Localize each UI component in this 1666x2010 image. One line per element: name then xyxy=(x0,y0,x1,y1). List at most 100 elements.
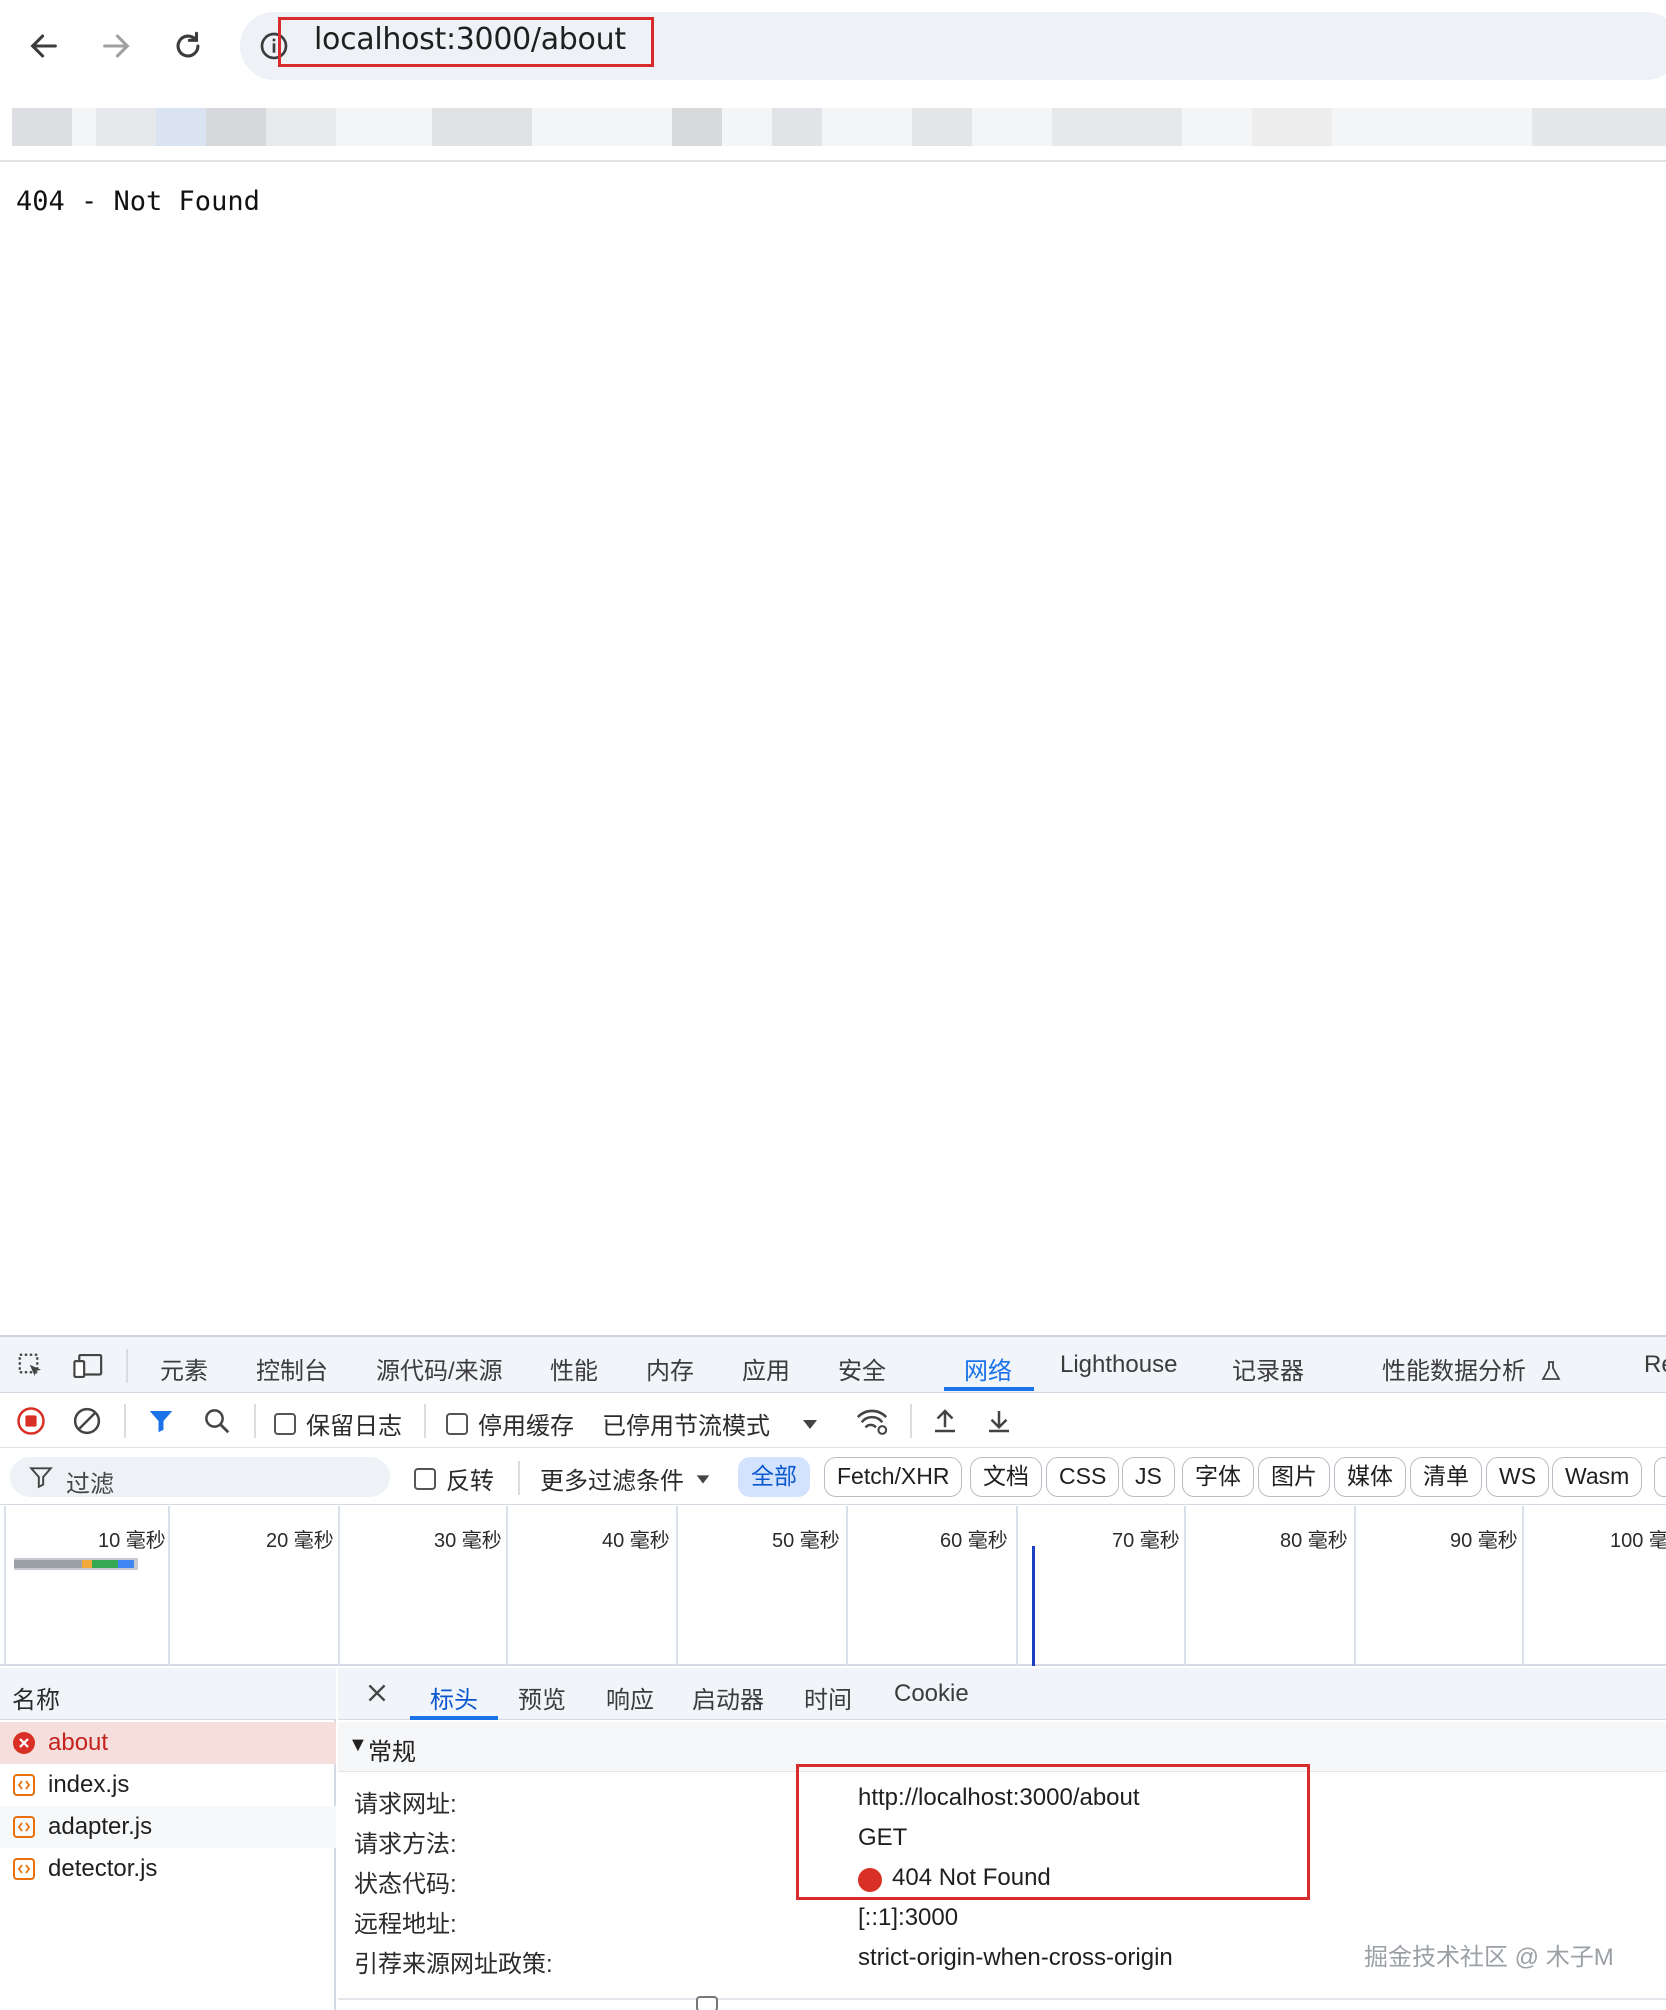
back-button[interactable] xyxy=(16,18,72,74)
request-row-about[interactable]: about xyxy=(0,1722,336,1764)
arrow-left-icon xyxy=(30,34,57,58)
checkbox-box xyxy=(414,1467,436,1490)
request-row-adapter-js[interactable]: adapter.js xyxy=(0,1806,336,1848)
general-headers-highlight-box xyxy=(796,1764,1310,1900)
url-highlight-box xyxy=(278,17,654,67)
tab-performance-insights[interactable]: 性能数据分析 xyxy=(1382,1351,1563,1386)
network-overview-timeline[interactable]: 10 毫秒 20 毫秒 30 毫秒 40 毫秒 50 毫秒 60 毫秒 70 毫… xyxy=(0,1506,1666,1666)
separator xyxy=(518,1461,520,1495)
type-chip-font[interactable]: 字体 xyxy=(1182,1457,1254,1497)
tab-sources[interactable]: 源代码/来源 xyxy=(376,1351,503,1386)
tab-elements[interactable]: 元素 xyxy=(160,1351,208,1386)
close-icon[interactable] xyxy=(364,1680,390,1711)
invert-checkbox[interactable]: 反转 xyxy=(414,1461,494,1496)
detail-tab-cookies[interactable]: Cookie xyxy=(894,1680,969,1708)
detail-tab-preview[interactable]: 预览 xyxy=(518,1680,566,1715)
request-name: about xyxy=(48,1729,109,1756)
import-har-icon[interactable] xyxy=(930,1406,960,1441)
type-chip-wasm[interactable]: Wasm xyxy=(1552,1457,1643,1497)
type-chip-ws[interactable]: WS xyxy=(1486,1457,1550,1497)
type-chip-all[interactable]: 全部 xyxy=(738,1457,810,1497)
timeline-tick: 100 毫 xyxy=(1610,1530,1666,1552)
tab-console[interactable]: 控制台 xyxy=(256,1351,328,1386)
detail-tab-timing[interactable]: 时间 xyxy=(804,1680,852,1715)
request-row-index-js[interactable]: index.js xyxy=(0,1764,336,1806)
more-filters-dropdown[interactable]: 更多过滤条件 xyxy=(540,1461,712,1496)
resize-handle[interactable] xyxy=(696,1996,718,2010)
tab-security[interactable]: 安全 xyxy=(838,1351,886,1386)
type-chip-media[interactable]: 媒体 xyxy=(1334,1457,1406,1497)
type-chip-fetch-xhr[interactable]: Fetch/XHR xyxy=(824,1457,963,1497)
dom-content-loaded-marker xyxy=(1032,1546,1035,1666)
throttling-label: 已停用节流模式 xyxy=(602,1413,770,1440)
timeline-tick: 90 毫秒 xyxy=(1450,1530,1518,1552)
request-name: index.js xyxy=(48,1771,130,1798)
checkbox-box xyxy=(446,1412,468,1435)
inspect-element-icon[interactable] xyxy=(16,1351,46,1386)
filter-funnel-icon xyxy=(29,1467,53,1489)
separator xyxy=(124,1404,126,1438)
network-conditions-icon[interactable] xyxy=(854,1404,890,1443)
tab-application[interactable]: 应用 xyxy=(742,1351,790,1386)
general-section-title: 常规 xyxy=(368,1739,416,1766)
tab-network[interactable]: 网络 xyxy=(964,1351,1012,1386)
type-chip-js[interactable]: JS xyxy=(1122,1457,1175,1497)
devtools-tab-bar: 元素 控制台 源代码/来源 性能 内存 应用 安全 网络 Lighthouse … xyxy=(0,1337,1666,1393)
script-file-icon xyxy=(13,1816,35,1838)
tab-recorder[interactable]: 记录器 xyxy=(1232,1351,1304,1386)
request-waterfall-bar xyxy=(14,1558,138,1570)
throttling-select[interactable]: 已停用节流模式 xyxy=(602,1406,820,1441)
tab-overflow[interactable]: Re xyxy=(1644,1351,1666,1379)
timeline-gridline xyxy=(1184,1506,1186,1666)
reload-button[interactable] xyxy=(160,18,216,74)
type-chip-css[interactable]: CSS xyxy=(1046,1457,1120,1497)
type-chip-manifest[interactable]: 清单 xyxy=(1410,1457,1482,1497)
timeline-tick: 60 毫秒 xyxy=(940,1530,1008,1552)
script-file-icon xyxy=(13,1858,35,1880)
detail-tab-initiator[interactable]: 启动器 xyxy=(692,1680,764,1715)
timeline-gridline xyxy=(676,1506,678,1666)
tab-performance-insights-label: 性能数据分析 xyxy=(1382,1358,1526,1385)
timeline-gridline xyxy=(846,1506,848,1666)
clear-icon[interactable] xyxy=(72,1406,102,1441)
separator xyxy=(424,1404,426,1438)
filter-icon[interactable] xyxy=(146,1406,176,1441)
header-key: 状态代码: xyxy=(354,1871,457,1898)
request-row-detector-js[interactable]: detector.js xyxy=(0,1848,336,1890)
dropdown-arrow-icon xyxy=(696,1474,710,1483)
timeline-gridline xyxy=(1354,1506,1356,1666)
active-detail-tab-indicator xyxy=(410,1716,498,1720)
timeline-tick: 40 毫秒 xyxy=(602,1530,670,1552)
filter-input[interactable]: 过滤 xyxy=(10,1457,390,1498)
search-icon[interactable] xyxy=(202,1406,232,1441)
record-stop-icon[interactable] xyxy=(16,1406,46,1441)
name-column-header[interactable]: 名称 xyxy=(0,1668,336,1720)
preserve-log-checkbox[interactable]: 保留日志 xyxy=(274,1406,402,1441)
timeline-gridline xyxy=(1522,1506,1524,1666)
disable-cache-label: 停用缓存 xyxy=(478,1413,574,1440)
bookmarks-bar-blurred xyxy=(12,108,1666,146)
type-chip-doc[interactable]: 文档 xyxy=(970,1457,1042,1497)
timeline-gridline xyxy=(4,1506,6,1666)
device-toolbar-icon[interactable] xyxy=(72,1351,106,1386)
tab-lighthouse[interactable]: Lighthouse xyxy=(1060,1351,1177,1379)
detail-tab-headers[interactable]: 标头 xyxy=(430,1680,478,1715)
type-chip-img[interactable]: 图片 xyxy=(1258,1457,1330,1497)
invert-label: 反转 xyxy=(446,1468,494,1495)
type-chip-overflow[interactable] xyxy=(1654,1457,1666,1497)
tab-memory[interactable]: 内存 xyxy=(646,1351,694,1386)
checkbox-box xyxy=(274,1412,296,1435)
export-har-icon[interactable] xyxy=(984,1406,1014,1441)
tab-performance[interactable]: 性能 xyxy=(550,1351,598,1386)
request-name: detector.js xyxy=(48,1855,158,1882)
error-icon xyxy=(13,1732,35,1754)
name-column-label: 名称 xyxy=(12,1687,60,1714)
network-toolbar: 保留日志 停用缓存 已停用节流模式 xyxy=(0,1394,1666,1448)
timeline-tick: 50 毫秒 xyxy=(772,1530,840,1552)
referrer-policy-value: strict-origin-when-cross-origin xyxy=(858,1944,1173,1971)
header-key: 远程地址: xyxy=(354,1911,457,1938)
disable-cache-checkbox[interactable]: 停用缓存 xyxy=(446,1406,574,1441)
forward-button[interactable] xyxy=(88,18,144,74)
detail-tab-response[interactable]: 响应 xyxy=(606,1680,654,1715)
timeline-tick: 80 毫秒 xyxy=(1280,1530,1348,1552)
